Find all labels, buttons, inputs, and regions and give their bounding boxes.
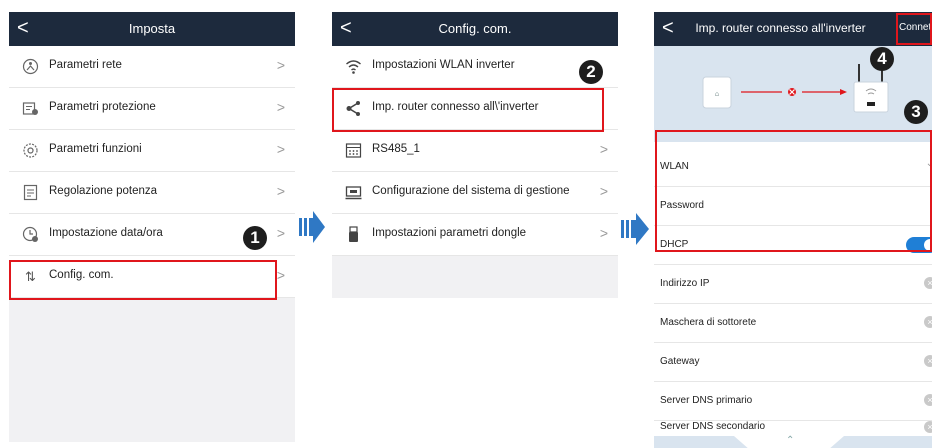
flow-arrow-icon (299, 211, 325, 243)
menu-item-label: Impostazioni WLAN inverter (372, 59, 515, 71)
page-title: Imp. router connesso all'inverter (695, 21, 866, 35)
step-badge-2: 2 (579, 60, 603, 84)
document-icon (22, 184, 39, 201)
field-gateway[interactable]: Gateway × (654, 343, 932, 382)
chevron-right-icon: > (276, 225, 285, 241)
menu-item-label: Configurazione del sistema di gestione (372, 185, 570, 197)
chevron-right-icon: > (276, 99, 285, 115)
menu-item-label: Parametri protezione (49, 101, 156, 113)
clear-icon[interactable]: × (924, 355, 932, 367)
wifi-icon (345, 58, 362, 75)
svg-text:⌂: ⌂ (715, 90, 719, 98)
menu-item-parametri-protezione[interactable]: Parametri protezione > (9, 88, 295, 130)
clear-icon[interactable]: × (924, 316, 932, 328)
bottom-bar: ⌃ (654, 435, 932, 448)
dongle-icon (345, 226, 362, 243)
header: < Imposta (9, 12, 295, 46)
menu-item-sistema-gestione[interactable]: Configurazione del sistema di gestione > (332, 172, 618, 214)
chevron-right-icon: > (276, 267, 285, 283)
chevron-right-icon: > (276, 183, 285, 199)
chevron-up-icon[interactable]: ⌃ (786, 435, 794, 446)
clock-icon (22, 226, 39, 243)
menu-item-wlan-inverter[interactable]: Impostazioni WLAN inverter (332, 46, 618, 88)
gear-icon (22, 142, 39, 159)
field-maschera-sottorete[interactable]: Maschera di sottorete × (654, 304, 932, 343)
network-icon (22, 58, 39, 75)
menu-item-label: Impostazione data/ora (49, 227, 163, 239)
menu-item-label: Regolazione potenza (49, 185, 158, 197)
menu-item-label: Parametri funzioni (49, 143, 142, 155)
chevron-right-icon: > (599, 225, 608, 241)
step-badge-3: 3 (904, 100, 928, 124)
rs485-port-icon (345, 142, 362, 159)
back-button[interactable]: < (662, 17, 674, 39)
field-label: Indirizzo IP (660, 278, 710, 289)
menu-item-parametri-funzioni[interactable]: Parametri funzioni > (9, 130, 295, 172)
menu-item-regolazione-potenza[interactable]: Regolazione potenza > (9, 172, 295, 214)
menu-item-parametri-dongle[interactable]: Impostazioni parametri dongle > (332, 214, 618, 256)
page-title: Config. com. (438, 21, 512, 36)
header: < Config. com. (332, 12, 618, 46)
chevron-right-icon: > (599, 141, 608, 157)
field-label: Gateway (660, 356, 700, 367)
menu-item-rs485[interactable]: RS485_1 > (332, 130, 618, 172)
menu-item-label: Parametri rete (49, 59, 122, 71)
page-title: Imposta (128, 21, 176, 36)
menu-item-parametri-rete[interactable]: Parametri rete > (9, 46, 295, 88)
highlight-config-com (9, 260, 277, 300)
header: < Imp. router connesso all'inverter Conn… (654, 12, 932, 46)
empty-area (9, 298, 295, 442)
chevron-right-icon: > (276, 141, 285, 157)
protection-icon (22, 100, 39, 117)
field-label: Server DNS primario (660, 395, 753, 406)
clear-icon[interactable]: × (924, 421, 932, 433)
screen-config-com: < Config. com. Impostazioni WLAN inverte… (332, 12, 618, 298)
chevron-right-icon: > (599, 183, 608, 199)
field-dns-primario[interactable]: Server DNS primario × (654, 382, 932, 421)
field-label: Maschera di sottorete (660, 317, 757, 328)
chevron-right-icon: > (276, 57, 285, 73)
flow-arrow-icon (621, 213, 649, 245)
clear-icon[interactable]: × (924, 394, 932, 406)
empty-area (332, 256, 618, 298)
field-indirizzo-ip[interactable]: Indirizzo IP × (654, 265, 932, 304)
highlight-router-connesso (332, 88, 604, 132)
menu-item-label: RS485_1 (372, 143, 420, 155)
step-badge-4: 4 (870, 47, 894, 71)
menu-item-label: Impostazioni parametri dongle (372, 227, 527, 239)
monitor-icon (345, 184, 362, 201)
highlight-connect (896, 13, 932, 45)
field-label: Server DNS secondario (660, 421, 766, 432)
clear-icon[interactable]: × (924, 277, 932, 289)
step-badge-1: 1 (243, 226, 267, 250)
highlight-wlan-fields (655, 130, 932, 252)
